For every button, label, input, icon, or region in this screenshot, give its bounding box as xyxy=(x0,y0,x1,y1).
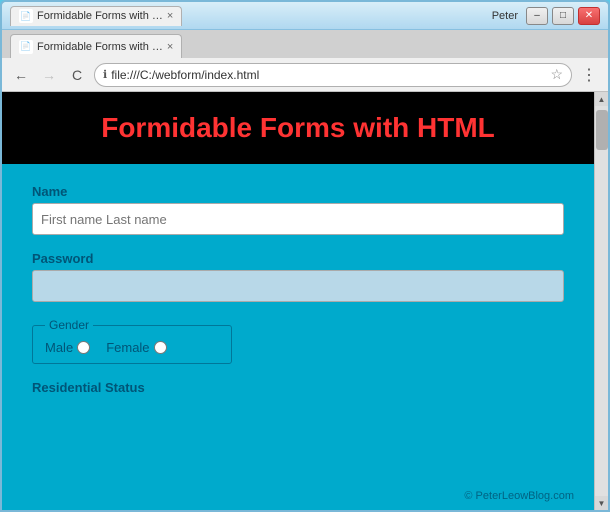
scroll-up-arrow[interactable]: ▲ xyxy=(595,92,609,106)
forward-button[interactable]: → xyxy=(38,64,60,86)
title-bar-left: 📄 Formidable Forms with … × xyxy=(10,6,492,26)
scroll-thumb[interactable] xyxy=(596,110,608,150)
page-title: Formidable Forms with HTML xyxy=(32,112,564,144)
password-field-group: Password xyxy=(32,251,564,302)
name-field-group: Name xyxy=(32,184,564,235)
browser-chrome: 📄 Formidable Forms with … × ← → C ℹ file… xyxy=(2,30,608,92)
menu-button[interactable]: ⋮ xyxy=(578,64,600,86)
page-icon: 📄 xyxy=(19,9,33,23)
refresh-button[interactable]: C xyxy=(66,64,88,86)
female-radio[interactable] xyxy=(154,341,167,354)
page-body: Name Password Gender Male xyxy=(2,164,594,431)
browser-tab[interactable]: 📄 Formidable Forms with … × xyxy=(10,34,182,58)
maximize-button[interactable]: □ xyxy=(552,7,574,25)
scrollbar[interactable]: ▲ ▼ xyxy=(594,92,608,510)
female-option: Female xyxy=(106,340,166,355)
male-radio[interactable] xyxy=(77,341,90,354)
window-frame: 📄 Formidable Forms with … × Peter – □ ✕ … xyxy=(0,0,610,512)
tabs-bar: 📄 Formidable Forms with … × xyxy=(2,30,608,58)
close-button[interactable]: ✕ xyxy=(578,7,600,25)
nav-bar: ← → C ℹ file:///C:/webform/index.html ☆ … xyxy=(2,58,608,92)
password-label: Password xyxy=(32,251,564,266)
back-button[interactable]: ← xyxy=(10,64,32,86)
title-tab: 📄 Formidable Forms with … × xyxy=(10,6,182,26)
address-bar[interactable]: ℹ file:///C:/webform/index.html ☆ xyxy=(94,63,572,87)
minimize-button[interactable]: – xyxy=(526,7,548,25)
scroll-track[interactable] xyxy=(595,106,608,496)
title-tab-label: Formidable Forms with … xyxy=(37,10,163,22)
title-bar-right: Peter – □ ✕ xyxy=(492,7,600,25)
gender-options: Male Female xyxy=(45,340,219,355)
tab-icon: 📄 xyxy=(19,40,33,54)
tab-close-button[interactable]: × xyxy=(167,41,173,53)
female-label: Female xyxy=(106,340,149,355)
content-area: Formidable Forms with HTML Name Password xyxy=(2,92,608,510)
copyright: © PeterLeowBlog.com xyxy=(464,490,574,502)
name-input[interactable] xyxy=(32,203,564,235)
webpage: Formidable Forms with HTML Name Password xyxy=(2,92,594,510)
scroll-down-arrow[interactable]: ▼ xyxy=(595,496,609,510)
address-info-icon: ℹ xyxy=(103,68,107,81)
gender-fieldset: Gender Male Female xyxy=(32,318,232,364)
male-option: Male xyxy=(45,340,90,355)
name-label: Name xyxy=(32,184,564,199)
gender-legend: Gender xyxy=(45,318,93,332)
title-bar: 📄 Formidable Forms with … × Peter – □ ✕ xyxy=(2,2,608,30)
bookmark-icon[interactable]: ☆ xyxy=(550,66,563,83)
title-tab-close[interactable]: × xyxy=(167,10,173,22)
tab-label: Formidable Forms with … xyxy=(37,41,163,53)
page-header: Formidable Forms with HTML xyxy=(2,92,594,164)
password-input[interactable] xyxy=(32,270,564,302)
male-label: Male xyxy=(45,340,73,355)
residential-field-group: Residential Status xyxy=(32,380,564,395)
user-label: Peter xyxy=(492,10,518,22)
address-url: file:///C:/webform/index.html xyxy=(111,68,546,82)
gender-field-group: Gender Male Female xyxy=(32,318,564,364)
residential-label: Residential Status xyxy=(32,380,564,395)
